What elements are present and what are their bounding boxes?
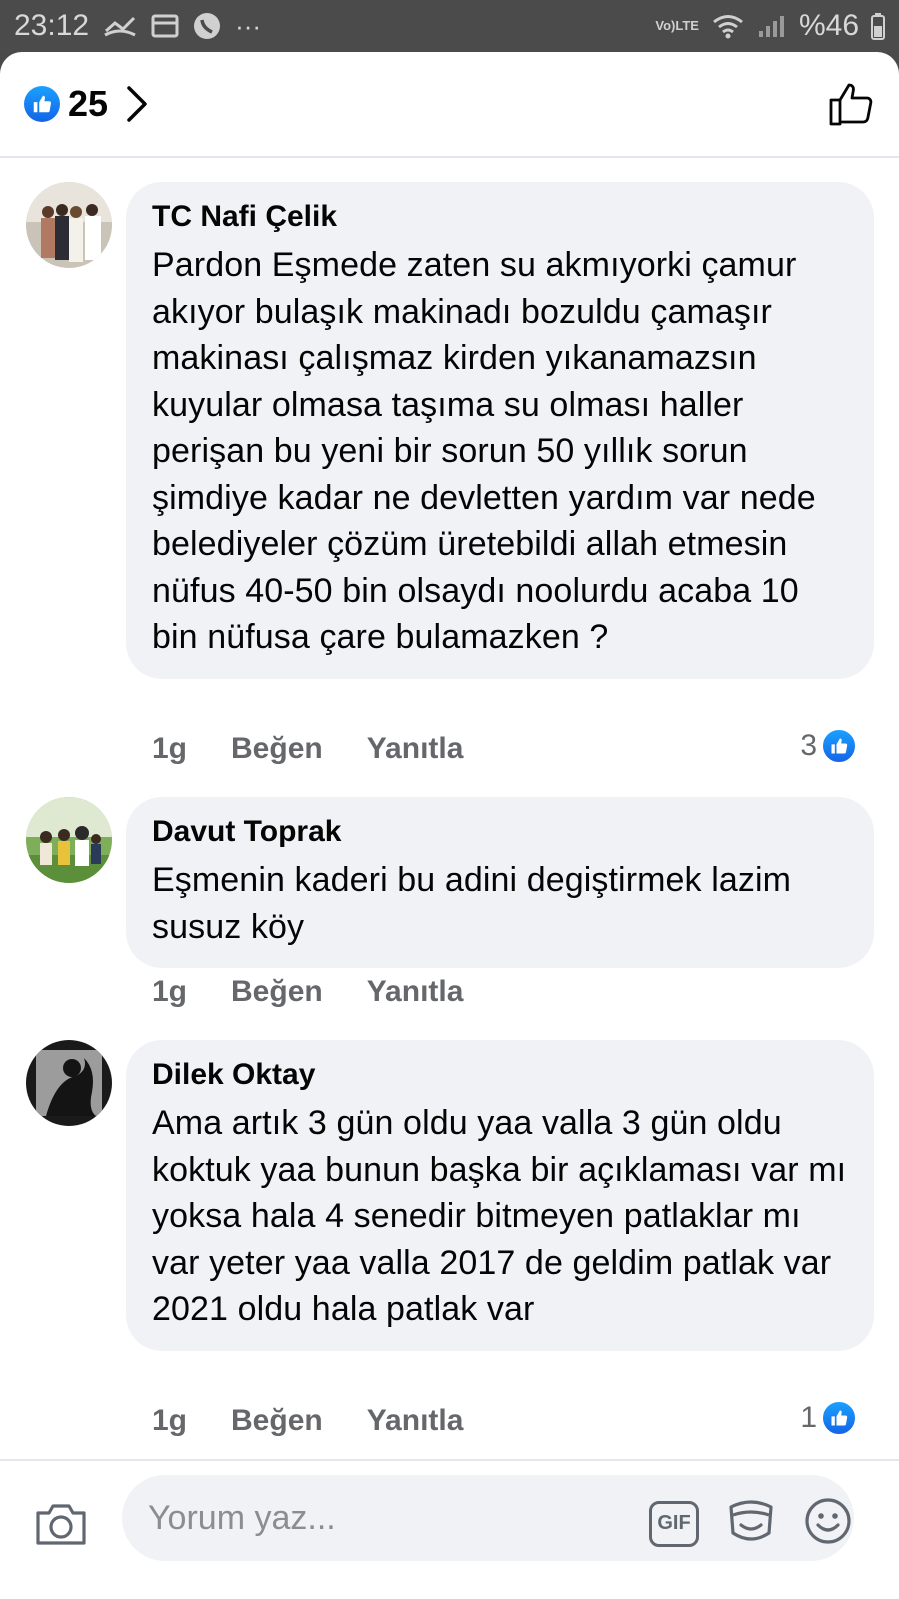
comment-input-placeholder: Yorum yaz... <box>148 1498 336 1537</box>
comment-bubble: TC Nafi Çelik Pardon Eşmede zaten su akm… <box>126 182 874 679</box>
more-notifications-icon: ··· <box>235 10 262 41</box>
comment-actions: 1g Beğen Yanıtla <box>152 1404 507 1438</box>
comment-author[interactable]: TC Nafi Çelik <box>152 200 850 234</box>
comment-reactions[interactable]: 3 <box>800 728 857 764</box>
comment-reaction-count: 1 <box>800 1401 817 1434</box>
like-reaction-icon[interactable] <box>24 86 60 122</box>
emoji-icon[interactable] <box>803 1496 853 1551</box>
comment-actions: 1g Beğen Yanıtla <box>152 975 507 1009</box>
volte-label: Vo) <box>655 18 676 33</box>
comment-bubble: Davut Toprak Eşmenin kaderi bu adini deg… <box>126 797 874 968</box>
comments-sheet: 25 TC Nafi Çelik Pardon Eşmede zaten su … <box>0 52 899 1599</box>
reply-button[interactable]: Yanıtla <box>367 975 464 1009</box>
lte-label: LTE <box>675 18 699 33</box>
comment-text: Ama artık 3 gün oldu yaa valla 3 gün old… <box>152 1104 847 1328</box>
comment-bubble: Dilek Oktay Ama artık 3 gün oldu yaa val… <box>126 1040 874 1351</box>
camera-icon[interactable] <box>34 1501 88 1552</box>
comment-author[interactable]: Davut Toprak <box>152 815 850 849</box>
comment-time[interactable]: 1g <box>152 1404 187 1438</box>
like-post-button[interactable] <box>827 80 875 128</box>
reply-button[interactable]: Yanıtla <box>367 732 464 766</box>
avatar[interactable] <box>26 1040 112 1126</box>
composer-icons: GIF <box>649 1495 853 1552</box>
comment-author[interactable]: Dilek Oktay <box>152 1058 850 1092</box>
comment-reactions[interactable]: 1 <box>800 1400 857 1436</box>
comment-reaction-count: 3 <box>800 729 817 762</box>
volte-icon: Vo) LTE <box>655 18 699 33</box>
chevron-right-icon[interactable] <box>126 85 148 123</box>
phone-icon <box>193 12 221 40</box>
reply-button[interactable]: Yanıtla <box>367 1404 464 1438</box>
comment-text: Pardon Eşmede zaten su akmıyorki çamur a… <box>152 246 816 656</box>
status-time: 23:12 <box>14 9 90 42</box>
sticker-icon[interactable] <box>725 1495 777 1552</box>
calendar-icon <box>151 13 179 39</box>
like-reaction-icon <box>821 1400 857 1436</box>
gif-label: GIF <box>657 1512 691 1534</box>
comment-text: Eşmenin kaderi bu adini degiştirmek lazi… <box>152 861 792 946</box>
comment-composer: Yorum yaz... GIF <box>0 1459 899 1599</box>
avatar[interactable] <box>26 182 112 268</box>
battery-charging-icon <box>871 12 885 40</box>
like-reaction-icon <box>821 728 857 764</box>
comment-actions: 1g Beğen Yanıtla <box>152 732 507 766</box>
comment-time[interactable]: 1g <box>152 732 187 766</box>
like-button[interactable]: Beğen <box>231 975 323 1009</box>
gif-icon[interactable]: GIF <box>649 1500 699 1547</box>
missed-call-icon <box>103 13 137 39</box>
wifi-icon <box>711 13 745 39</box>
reactions-header: 25 <box>0 52 899 158</box>
status-bar: 23:12 ··· Vo) LTE %46 <box>0 0 899 52</box>
avatar[interactable] <box>26 797 112 883</box>
comment-time[interactable]: 1g <box>152 975 187 1009</box>
like-button[interactable]: Beğen <box>231 732 323 766</box>
reaction-count[interactable]: 25 <box>68 83 108 125</box>
like-button[interactable]: Beğen <box>231 1404 323 1438</box>
signal-icon <box>757 13 787 39</box>
battery-percent: %46 <box>798 9 859 42</box>
